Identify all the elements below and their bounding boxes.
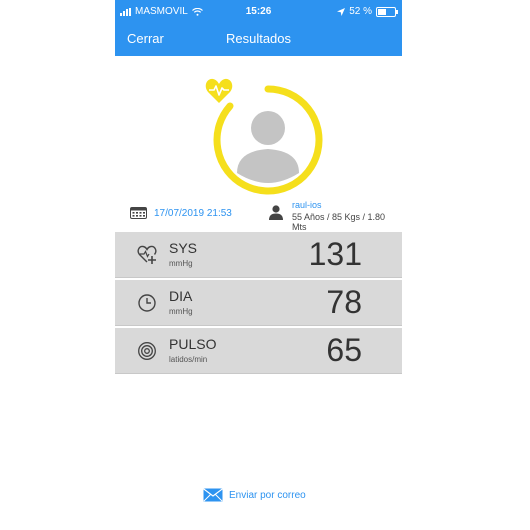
metric-value: 65 <box>326 332 362 368</box>
metric-name: DIA <box>169 288 193 304</box>
envelope-icon <box>203 488 223 502</box>
metric-row-pulso: PULSO latidos/min 65 <box>115 328 402 374</box>
user-name: raul-ios <box>292 200 322 210</box>
metrics-list: SYS mmHg 131 DIA mmHg 78 PULSO latidos/m… <box>115 232 402 376</box>
session-info: 17/07/2019 21:53 raul-ios 55 Años / 85 K… <box>130 200 402 232</box>
heart-plus-icon <box>137 245 157 264</box>
location-arrow-icon <box>337 7 346 16</box>
metric-name: SYS <box>169 240 198 256</box>
pulse-circle-icon <box>138 342 156 360</box>
clock-icon <box>138 294 156 312</box>
metric-unit: latidos/min <box>169 355 208 364</box>
metric-name: PULSO <box>169 336 217 352</box>
send-email-button[interactable]: Enviar por correo <box>203 486 306 504</box>
battery-icon <box>376 6 398 17</box>
battery-fill <box>378 8 386 15</box>
top-bar: MASMOVIL 15:26 52 % Cerrar Resultados <box>115 0 402 56</box>
metric-unit: mmHg <box>169 307 193 316</box>
session-date: 17/07/2019 21:53 <box>154 208 232 219</box>
battery-percent: 52 % <box>349 6 372 17</box>
calendar-icon <box>130 207 147 219</box>
send-email-label: Enviar por correo <box>229 489 306 501</box>
metric-row-dia: DIA mmHg 78 <box>115 280 402 326</box>
app-screen: MASMOVIL 15:26 52 % Cerrar Resultados 17… <box>115 0 402 530</box>
user-details: 55 Años / 85 Kgs / 1.80 Mts <box>292 212 386 232</box>
user-icon <box>269 205 283 220</box>
battery-group: 52 % <box>337 6 398 17</box>
metric-row-sys: SYS mmHg 131 <box>115 232 402 278</box>
avatar-section <box>115 75 402 200</box>
metric-value: 78 <box>326 284 362 320</box>
heart-pulse-icon <box>205 78 233 103</box>
page-title: Resultados <box>225 31 292 46</box>
nav-bar: Cerrar Resultados <box>115 22 402 56</box>
metric-unit: mmHg <box>169 259 193 268</box>
status-bar: MASMOVIL 15:26 52 % <box>115 0 402 22</box>
metric-value: 131 <box>308 236 362 272</box>
